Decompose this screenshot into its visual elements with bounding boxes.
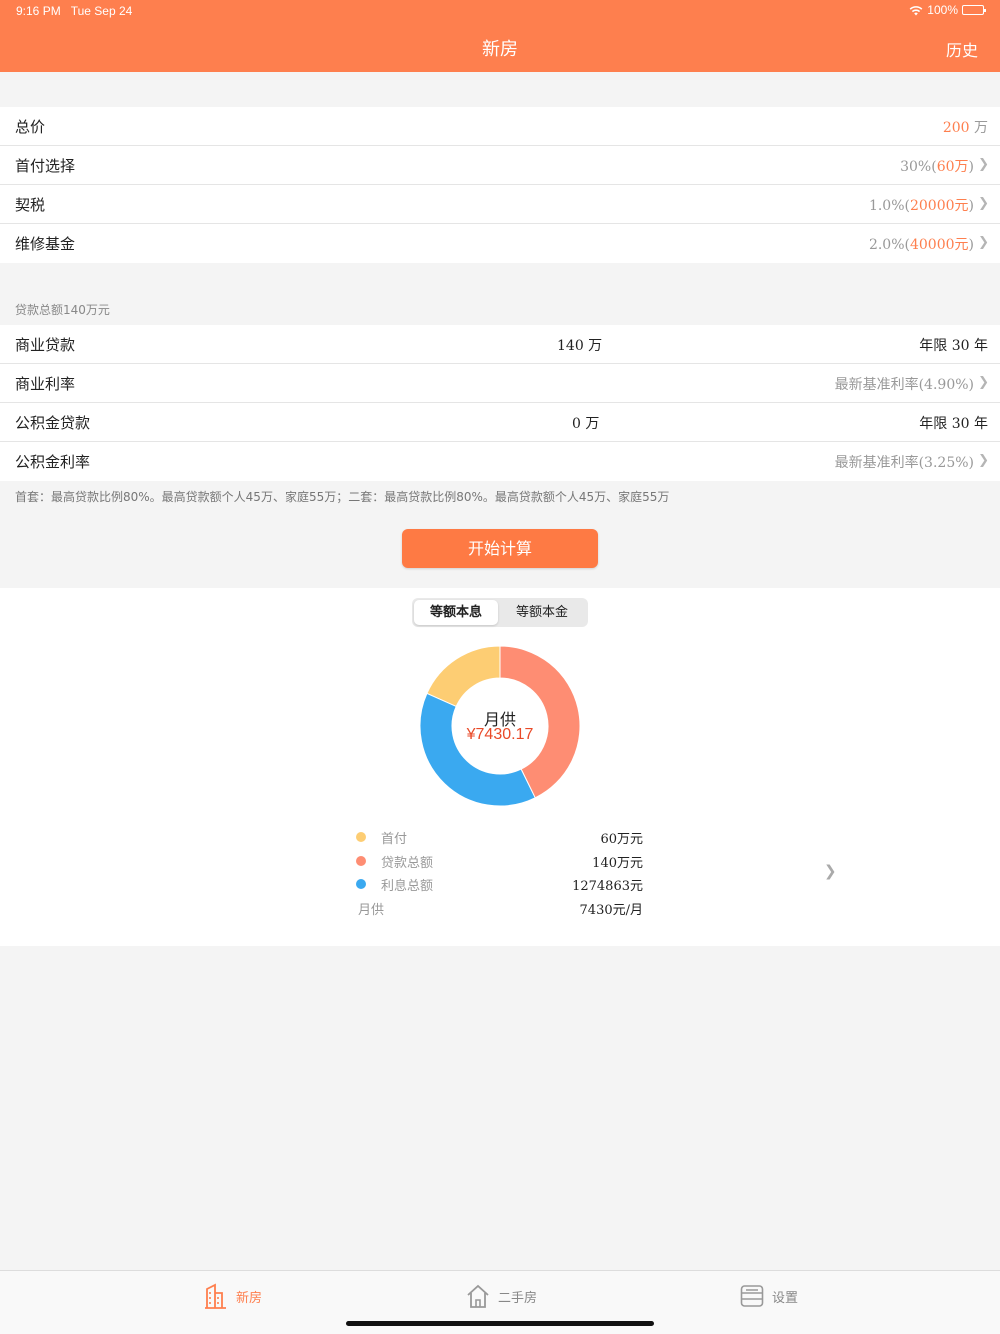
legend-item-interest-total: 利息总额 1274863元 <box>356 873 646 897</box>
status-right: 100% <box>909 3 986 17</box>
start-calculate-button[interactable]: 开始计算 <box>402 529 598 568</box>
chevron-right-icon: ❯ <box>978 453 989 468</box>
legend-item-loan-total: 贷款总额 140万元 <box>356 850 646 874</box>
tab-label: 新房 <box>236 1290 263 1306</box>
down-payment-row[interactable]: 首付选择 30%(60万) ❯ <box>0 146 1000 185</box>
slice-down-payment <box>426 645 501 708</box>
fund-loan-term[interactable]: 年限 30 年 <box>919 413 988 433</box>
fund-rate-label: 公积金利率 <box>15 453 91 471</box>
battery-percent: 100% <box>927 3 958 17</box>
fund-loan-row: 公积金贷款 0 万 年限 30 年 <box>0 403 1000 442</box>
basic-section: 总价 200 万 首付选择 30%(60万) ❯ 契税 1.0%(20000元)… <box>0 107 1000 263</box>
commercial-rate-row[interactable]: 商业利率 最新基准利率(4.90%) ❯ <box>0 364 1000 403</box>
result-detail-chevron-icon[interactable]: ❯ <box>824 862 837 880</box>
house-icon <box>467 1284 489 1308</box>
commercial-loan-amount[interactable]: 140 万 <box>557 335 602 355</box>
battery-icon <box>962 5 986 15</box>
tab-label: 设置 <box>772 1290 799 1306</box>
repayment-method-segmented: 等额本息 等额本金 <box>412 598 588 627</box>
total-price-value[interactable]: 200 万 <box>943 117 988 137</box>
commercial-rate-value: 最新基准利率(4.90%) <box>834 377 974 393</box>
fund-rate-row[interactable]: 公积金利率 最新基准利率(3.25%) ❯ <box>0 442 1000 481</box>
deed-tax-row[interactable]: 契税 1.0%(20000元) ❯ <box>0 185 1000 224</box>
fund-loan-label: 公积金贷款 <box>15 414 91 432</box>
fund-rate-value: 最新基准利率(3.25%) <box>834 455 974 471</box>
commercial-rate-label: 商业利率 <box>15 375 76 393</box>
legend-dot <box>356 879 366 889</box>
legend-item-down-payment: 首付 60万元 <box>356 826 646 850</box>
building-icon <box>205 1283 226 1309</box>
loan-total-header: 贷款总额140万元 <box>15 303 110 317</box>
deed-tax-value: 1.0%(20000元) <box>868 198 974 214</box>
settings-icon <box>740 1285 764 1307</box>
commercial-loan-row: 商业贷款 140 万 年限 30 年 <box>0 325 1000 364</box>
loan-section: 商业贷款 140 万 年限 30 年 商业利率 最新基准利率(4.90%) ❯ … <box>0 325 1000 481</box>
tab-equal-principal[interactable]: 等额本金 <box>500 600 584 625</box>
result-panel: 等额本息 等额本金 月供 ¥7430.17 首付 60万元 贷款总额 140万元… <box>0 588 1000 946</box>
chevron-right-icon: ❯ <box>978 157 989 172</box>
page-title: 新房 <box>482 39 518 60</box>
legend-item-monthly: 月供 7430元/月 <box>358 902 643 918</box>
status-time: 9:16 PM Tue Sep 24 <box>16 4 133 18</box>
down-payment-label: 首付选择 <box>15 157 76 175</box>
tab-new-house[interactable]: 新房 <box>204 1283 262 1309</box>
nav-header: 9:16 PM Tue Sep 24 100% 新房 历史 <box>0 0 1000 72</box>
monthly-payment-amount: ¥7430.17 <box>466 726 534 743</box>
commercial-loan-term[interactable]: 年限 30 年 <box>919 335 988 355</box>
chart-legend: 首付 60万元 贷款总额 140万元 利息总额 1274863元 月供 7430… <box>356 826 646 920</box>
maintenance-fund-value: 2.0%(40000元) <box>868 237 974 253</box>
chevron-right-icon: ❯ <box>978 196 989 211</box>
tab-equal-installment[interactable]: 等额本息 <box>414 600 498 625</box>
loan-policy-note: 首套：最高贷款比例80%。最高贷款额个人45万、家庭55万；二套：最高贷款比例8… <box>15 490 670 504</box>
deed-tax-label: 契税 <box>15 196 46 214</box>
tab-label: 二手房 <box>498 1290 538 1306</box>
fund-loan-amount[interactable]: 0 万 <box>572 413 599 433</box>
commercial-loan-label: 商业贷款 <box>15 336 76 354</box>
home-indicator <box>346 1321 654 1326</box>
down-payment-value: 30%(60万) <box>900 159 974 175</box>
maintenance-fund-row[interactable]: 维修基金 2.0%(40000元) ❯ <box>0 224 1000 263</box>
legend-dot <box>356 832 366 842</box>
chevron-right-icon: ❯ <box>978 375 989 390</box>
total-price-label: 总价 <box>15 118 46 136</box>
chevron-right-icon: ❯ <box>978 235 989 250</box>
maintenance-fund-label: 维修基金 <box>15 235 76 253</box>
legend-dot <box>356 855 366 866</box>
tab-second-hand[interactable]: 二手房 <box>466 1283 537 1309</box>
wifi-icon <box>909 5 923 15</box>
total-price-row[interactable]: 总价 200 万 <box>0 107 1000 146</box>
tab-settings[interactable]: 设置 <box>740 1283 798 1309</box>
history-button[interactable]: 历史 <box>946 37 978 61</box>
